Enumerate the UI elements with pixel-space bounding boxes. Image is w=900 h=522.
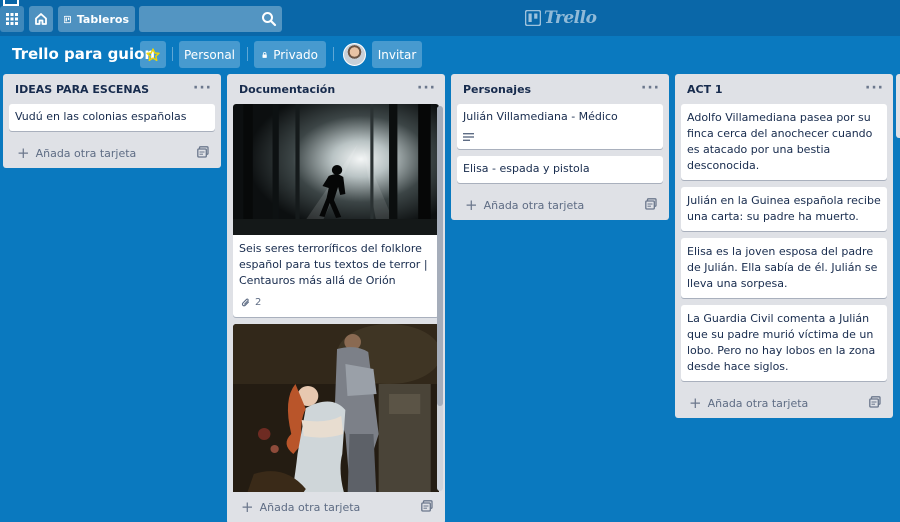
list-menu-icon[interactable]: ··· (641, 80, 660, 96)
apps-button[interactable] (0, 6, 24, 32)
trello-logo[interactable]: Trello (525, 8, 597, 28)
personal-button[interactable]: Personal (179, 41, 240, 68)
home-icon (35, 13, 47, 25)
list-title[interactable]: Personajes (463, 83, 531, 96)
card-template-icon[interactable] (197, 146, 209, 158)
list-documentacion: Documentación ··· Seis seres terrorífico… (227, 74, 445, 522)
header-divider (172, 47, 173, 61)
add-card-button[interactable]: + Añada otra tarjeta (451, 190, 669, 220)
list-card[interactable]: Seis seres terroríficos del folklore esp… (233, 104, 439, 317)
private-label: Privado (273, 47, 318, 62)
card-title: Elisa - espada y pistola (463, 162, 590, 175)
search-icon[interactable] (261, 11, 277, 27)
list-cards-scroll[interactable]: Seis seres terroríficos del folklore esp… (227, 104, 445, 492)
attachment-count: 2 (255, 297, 262, 308)
header-divider (247, 47, 248, 61)
add-card-button[interactable]: + Añada otra tarjeta (3, 138, 221, 168)
card-attachments: 2 (233, 295, 439, 317)
card-template-icon[interactable] (421, 500, 433, 512)
list-card[interactable]: Elisa es la joven esposa del padre de Ju… (681, 238, 887, 298)
apps-icon (6, 13, 18, 25)
card-template-icon[interactable] (869, 396, 881, 408)
list-header[interactable]: ACT 1 ··· (675, 74, 893, 104)
star-button[interactable] (140, 41, 166, 68)
invite-button[interactable]: Invitar (372, 41, 422, 68)
card-title: Julián Villamediana - Médico (463, 110, 618, 123)
list-header[interactable]: IDEAS PARA ESCENAS ··· (3, 74, 221, 104)
boards-label: Tableros (76, 12, 129, 26)
list-header[interactable]: Documentación ··· (227, 74, 445, 104)
list-title[interactable]: Documentación (239, 83, 335, 96)
list-card[interactable]: Adolfo Villamediana pasea por su finca c… (681, 104, 887, 180)
card-title: Vudú en las colonias españolas (15, 110, 187, 123)
next-list-edge (896, 74, 900, 138)
description-icon (463, 133, 474, 141)
logo-text: Trello (544, 8, 597, 28)
add-card-label: Añada otra tarjeta (483, 198, 585, 212)
plus-icon: + (465, 196, 478, 214)
boards-button[interactable]: Tableros (58, 6, 135, 32)
list-menu-icon[interactable]: ··· (193, 80, 212, 96)
add-card-button[interactable]: + Añada otra tarjeta (675, 388, 893, 418)
list-title[interactable]: IDEAS PARA ESCENAS (15, 83, 149, 96)
card-title: Elisa es la joven esposa del padre de Ju… (687, 245, 878, 290)
plus-icon: + (689, 394, 702, 412)
add-card-label: Añada otra tarjeta (707, 396, 809, 410)
card-title: Seis seres terroríficos del folklore esp… (239, 242, 428, 287)
list-menu-icon[interactable]: ··· (417, 80, 436, 96)
list-personajes: Personajes ··· Julián Villamediana - Méd… (451, 74, 669, 220)
list-scrollbar-thumb[interactable] (437, 106, 443, 406)
list-card[interactable]: Julián en la Guinea española recibe una … (681, 187, 887, 231)
list-header[interactable]: Personajes ··· (451, 74, 669, 104)
lock-icon (262, 51, 267, 58)
boards-icon (64, 15, 71, 23)
plus-icon: + (241, 498, 254, 516)
card-badges (457, 131, 663, 149)
add-card-label: Añada otra tarjeta (259, 500, 361, 514)
list-act-1: ACT 1 ··· Adolfo Villamediana pasea por … (675, 74, 893, 418)
list-card[interactable]: La Guardia Civil comenta a Julián que su… (681, 305, 887, 381)
member-avatar[interactable] (343, 43, 366, 66)
list-card[interactable]: Julián Villamediana - Médico (457, 104, 663, 149)
card-title: Julián en la Guinea española recibe una … (687, 194, 881, 223)
plus-icon: + (17, 144, 30, 162)
top-header: Tableros Trello (0, 0, 900, 36)
card-title: Adolfo Villamediana pasea por su finca c… (687, 111, 873, 172)
add-card-button[interactable]: + Añada otra tarjeta (227, 492, 445, 522)
list-menu-icon[interactable]: ··· (865, 80, 884, 96)
paperclip-icon (241, 298, 250, 307)
list-card[interactable] (233, 324, 439, 492)
card-cover-painting-image (233, 324, 439, 492)
board-title[interactable]: Trello para guion (12, 45, 155, 63)
add-card-label: Añada otra tarjeta (35, 146, 137, 160)
list-title[interactable]: ACT 1 (687, 83, 723, 96)
header-divider (333, 47, 334, 61)
private-button[interactable]: Privado (254, 41, 326, 68)
list-card[interactable]: Vudú en las colonias españolas (9, 104, 215, 131)
trello-logo-icon (525, 10, 541, 26)
star-icon (146, 47, 160, 61)
card-template-icon[interactable] (645, 198, 657, 210)
list-card[interactable]: Elisa - espada y pistola (457, 156, 663, 183)
list-ideas: IDEAS PARA ESCENAS ··· Vudú en las colon… (3, 74, 221, 168)
card-title: La Guardia Civil comenta a Julián que su… (687, 312, 876, 373)
home-button[interactable] (29, 6, 53, 32)
card-cover-forest-image (233, 104, 439, 235)
